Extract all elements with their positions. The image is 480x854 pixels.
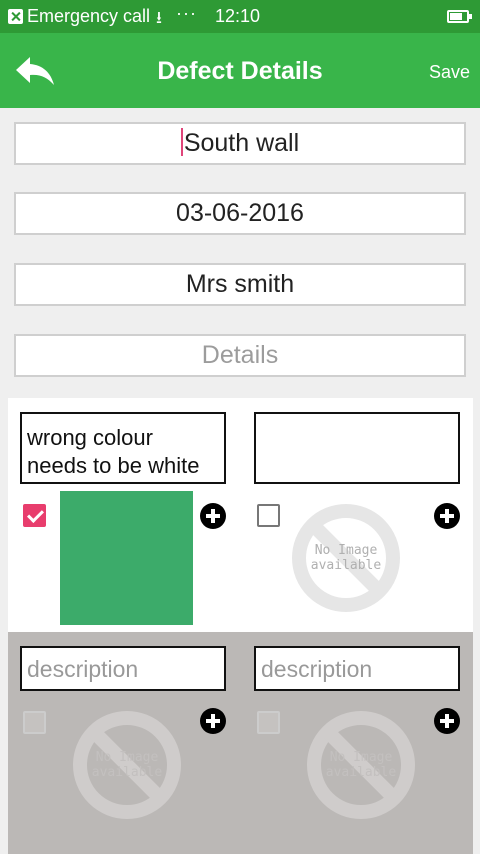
- add-photo-icon[interactable]: [434, 708, 460, 734]
- add-photo-icon[interactable]: [200, 503, 226, 529]
- date-field[interactable]: 03-06-2016: [14, 192, 466, 235]
- photo-panel-bottom: description No Image available descripti…: [8, 632, 473, 854]
- name-field[interactable]: Mrs smith: [14, 263, 466, 306]
- date-value: 03-06-2016: [176, 199, 304, 227]
- location-field[interactable]: South wall: [14, 122, 466, 165]
- no-image-text: No Image available: [91, 750, 163, 780]
- status-time: 12:10: [215, 6, 261, 26]
- app-bar: Defect Details Save: [0, 33, 480, 108]
- text-cursor: [180, 128, 183, 156]
- name-value: Mrs smith: [185, 270, 295, 298]
- defect-photo[interactable]: [60, 491, 193, 625]
- add-photo-icon[interactable]: [434, 503, 460, 529]
- description-input[interactable]: description: [254, 646, 460, 691]
- details-field[interactable]: Details: [14, 334, 466, 377]
- select-checkbox[interactable]: [23, 711, 46, 734]
- battery-icon: [447, 10, 472, 23]
- select-checkbox[interactable]: [257, 711, 280, 734]
- close-box-icon: [8, 9, 23, 24]
- description-input[interactable]: [254, 412, 460, 484]
- select-checkbox[interactable]: [23, 504, 46, 527]
- photo-card: description No Image available: [8, 632, 238, 854]
- page-title: Defect Details: [157, 57, 323, 85]
- location-value: South wall: [183, 129, 300, 157]
- photo-card: wrong colour needs to be white: [8, 398, 238, 632]
- add-photo-icon[interactable]: [200, 708, 226, 734]
- save-button[interactable]: Save: [429, 62, 470, 83]
- description-input[interactable]: description: [20, 646, 226, 691]
- photo-card: No Image available: [242, 398, 472, 632]
- more-dots-icon: ···: [176, 3, 197, 23]
- status-notification-text: Emergency call: [27, 6, 151, 26]
- select-checkbox[interactable]: [257, 504, 280, 527]
- details-placeholder: Details: [201, 341, 279, 369]
- no-image-text: No Image available: [310, 543, 382, 573]
- download-icon: ⭳: [156, 8, 162, 27]
- photo-panel-top: wrong colour needs to be white No Image …: [8, 398, 473, 632]
- description-input[interactable]: wrong colour needs to be white: [20, 412, 226, 484]
- status-bar: Emergency call ⭳ ··· 12:10: [0, 0, 480, 33]
- no-image-text: No Image available: [325, 750, 397, 780]
- photo-card: description No Image available: [242, 632, 472, 854]
